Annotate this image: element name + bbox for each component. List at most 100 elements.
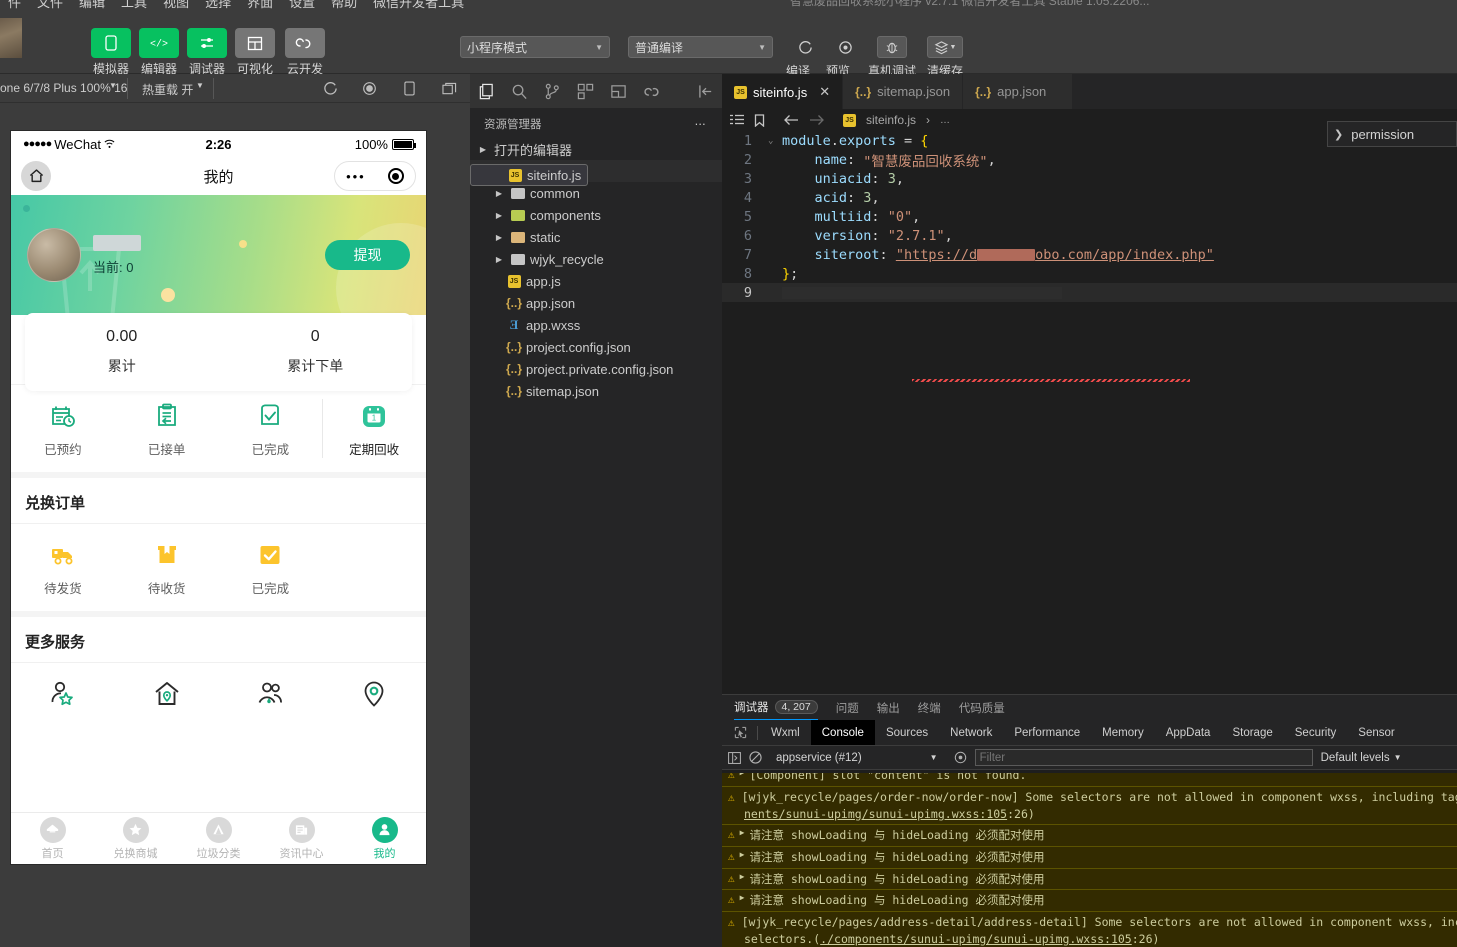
devtools-tab-sensor[interactable]: Sensor bbox=[1347, 720, 1405, 745]
devtools-tab-storage[interactable]: Storage bbox=[1221, 720, 1283, 745]
grid-item-invite[interactable] bbox=[11, 679, 115, 717]
panel-tab-terminal[interactable]: 终端 bbox=[918, 695, 941, 720]
grid-item-exchange-completed[interactable]: 已完成 bbox=[219, 540, 323, 597]
expand-triangle-icon[interactable]: ▶ bbox=[740, 871, 745, 888]
log-row[interactable]: ⚠ ▶ 请注意 showLoading 与 hideLoading 必须配对使用 bbox=[722, 890, 1457, 912]
simulator-refresh-button[interactable] bbox=[320, 78, 341, 99]
grid-item-accepted[interactable]: 已接单 bbox=[115, 401, 219, 458]
grid-item-pending-ship[interactable]: 待发货 bbox=[11, 540, 115, 597]
menu-items[interactable]: 件 文件 编辑 工具 视图 选择 界面 设置 帮助 微信开发者工具 bbox=[8, 0, 464, 10]
breadcrumb-file[interactable]: siteinfo.js bbox=[866, 113, 916, 127]
editor-tab-siteinfo-js[interactable]: JS siteinfo.js ✕ bbox=[722, 74, 843, 109]
clear-cache-button[interactable]: ▼ bbox=[927, 36, 963, 58]
clear-console-icon[interactable] bbox=[749, 751, 762, 764]
panel-tab-debugger[interactable]: 调试器 4, 207 bbox=[734, 695, 818, 720]
expand-triangle-icon[interactable]: ▶ bbox=[740, 827, 745, 844]
expand-triangle-icon[interactable]: ▶ bbox=[740, 892, 745, 909]
log-row[interactable]: ⚠ [wjyk_recycle/pages/address-detail/add… bbox=[722, 912, 1457, 947]
files-icon[interactable] bbox=[478, 83, 495, 100]
debug-icon[interactable] bbox=[610, 83, 627, 100]
toolbar-button-editor[interactable]: </> bbox=[139, 28, 179, 58]
preview-button[interactable] bbox=[830, 36, 860, 58]
wechat-capsule[interactable]: ••• bbox=[334, 161, 416, 191]
close-circle-icon[interactable] bbox=[388, 168, 404, 184]
console-context-select[interactable]: appservice (#12) ▼ bbox=[776, 752, 938, 764]
breadcrumb-rest[interactable]: … bbox=[940, 115, 950, 126]
menu-item[interactable]: 视图 bbox=[163, 0, 189, 10]
simulator-device-button[interactable] bbox=[399, 78, 420, 99]
avatar[interactable] bbox=[27, 228, 81, 282]
menu-item[interactable]: 件 bbox=[8, 0, 21, 10]
hot-reload-toggle[interactable]: 热重载 开 bbox=[142, 81, 193, 98]
log-row[interactable]: ⚠ ▶ 请注意 showLoading 与 hideLoading 必须配对使用 bbox=[722, 869, 1457, 891]
grid-item-completed[interactable]: 已完成 bbox=[219, 401, 323, 458]
tree-item-project-config[interactable]: {..} project.config.json bbox=[470, 336, 722, 358]
editor-tab-sitemap-json[interactable]: {..} sitemap.json bbox=[843, 74, 963, 109]
sidebar-icon[interactable] bbox=[728, 752, 741, 764]
log-link[interactable]: nents/sunui-upimg/sunui-upimg.wxss:105 bbox=[744, 807, 1007, 821]
back-arrow-icon[interactable] bbox=[783, 114, 799, 126]
more-actions-icon[interactable]: ⋯ bbox=[695, 117, 709, 131]
devtools-tab-memory[interactable]: Memory bbox=[1091, 720, 1155, 745]
simulator-record-button[interactable] bbox=[359, 78, 380, 99]
log-row[interactable]: ⚠ [wjyk_recycle/pages/order-now/order-no… bbox=[722, 787, 1457, 826]
cloud-icon[interactable] bbox=[643, 84, 661, 98]
menu-item[interactable]: 微信开发者工具 bbox=[373, 0, 464, 10]
toolbar-button-visual[interactable] bbox=[235, 28, 275, 58]
menu-item[interactable]: 文件 bbox=[37, 0, 63, 10]
devtools-tab-appdata[interactable]: AppData bbox=[1155, 720, 1222, 745]
tab-profile[interactable]: 我的 bbox=[343, 817, 426, 861]
log-link[interactable]: ./components/sunui-upimg/sunui-upimg.wxs… bbox=[820, 932, 1132, 946]
autocomplete-suggestion[interactable]: ❯ permission bbox=[1327, 121, 1457, 147]
log-row[interactable]: ⚠ ▶ 请注意 showLoading 与 hideLoading 必须配对使用 bbox=[722, 825, 1457, 847]
tree-item-app-json[interactable]: {..} app.json bbox=[470, 292, 722, 314]
expand-triangle-icon[interactable]: ▶ bbox=[740, 773, 745, 784]
more-dots-icon[interactable]: ••• bbox=[346, 169, 366, 184]
devtools-tab-sources[interactable]: Sources bbox=[875, 720, 939, 745]
forward-arrow-icon[interactable] bbox=[809, 114, 825, 126]
outline-icon[interactable] bbox=[730, 114, 744, 126]
panel-tab-code-quality[interactable]: 代码质量 bbox=[959, 695, 1005, 720]
tree-item-components[interactable]: ▶ components bbox=[470, 204, 722, 226]
search-icon[interactable] bbox=[511, 83, 528, 100]
real-device-debug-button[interactable] bbox=[877, 36, 907, 58]
toolbar-button-cloud[interactable] bbox=[285, 28, 325, 58]
simulator-window-button[interactable] bbox=[439, 78, 460, 99]
close-icon[interactable]: ✕ bbox=[819, 84, 830, 100]
devtools-tab-performance[interactable]: Performance bbox=[1003, 720, 1091, 745]
tree-open-editors[interactable]: ▶ 打开的编辑器 bbox=[470, 138, 722, 160]
panel-tab-output[interactable]: 输出 bbox=[877, 695, 900, 720]
menu-item[interactable]: 界面 bbox=[247, 0, 273, 10]
tab-news[interactable]: 资讯中心 bbox=[260, 817, 343, 861]
toolbar-button-simulator[interactable] bbox=[91, 28, 131, 58]
tree-item-app-js[interactable]: JS app.js bbox=[470, 270, 722, 292]
console-filter-input[interactable] bbox=[975, 749, 1313, 766]
devtools-tab-console[interactable]: Console bbox=[811, 720, 875, 745]
tree-item-project-private-config[interactable]: {..} project.private.config.json bbox=[470, 358, 722, 380]
mode-select[interactable]: 小程序模式 ▼ bbox=[460, 36, 610, 58]
compile-button[interactable] bbox=[790, 36, 820, 58]
menu-item[interactable]: 帮助 bbox=[331, 0, 357, 10]
eye-icon[interactable] bbox=[954, 751, 967, 764]
grid-item-nearby[interactable] bbox=[322, 679, 426, 717]
devtools-tab-security[interactable]: Security bbox=[1284, 720, 1348, 745]
menu-item[interactable]: 编辑 bbox=[79, 0, 105, 10]
tree-item-static[interactable]: ▶ static bbox=[470, 226, 722, 248]
devtools-tab-wxml[interactable]: Wxml bbox=[760, 720, 811, 745]
grid-item-pending-receive[interactable]: 待收货 bbox=[115, 540, 219, 597]
grid-item-periodic[interactable]: 1 定期回收 bbox=[322, 401, 426, 458]
grid-item-address[interactable] bbox=[115, 679, 219, 717]
tree-item-sitemap-json[interactable]: {..} sitemap.json bbox=[470, 380, 722, 402]
grid-item-reserved[interactable]: 已预约 bbox=[11, 401, 115, 458]
expand-triangle-icon[interactable]: ▶ bbox=[740, 849, 745, 866]
editor-tab-app-json[interactable]: {..} app.json bbox=[963, 74, 1073, 109]
cursor-select-icon[interactable] bbox=[726, 720, 755, 745]
tree-item-wjyk-recycle[interactable]: ▶ wjyk_recycle bbox=[470, 248, 722, 270]
tree-item-app-wxss[interactable]: Ǝ app.wxss bbox=[470, 314, 722, 336]
menu-item[interactable]: 选择 bbox=[205, 0, 231, 10]
tab-mall[interactable]: 兑换商城 bbox=[94, 817, 177, 861]
toolbar-button-debugger[interactable] bbox=[187, 28, 227, 58]
menu-item[interactable]: 工具 bbox=[121, 0, 147, 10]
collapse-icon[interactable] bbox=[698, 84, 714, 99]
console-levels-select[interactable]: Default levels ▼ bbox=[1321, 752, 1402, 764]
